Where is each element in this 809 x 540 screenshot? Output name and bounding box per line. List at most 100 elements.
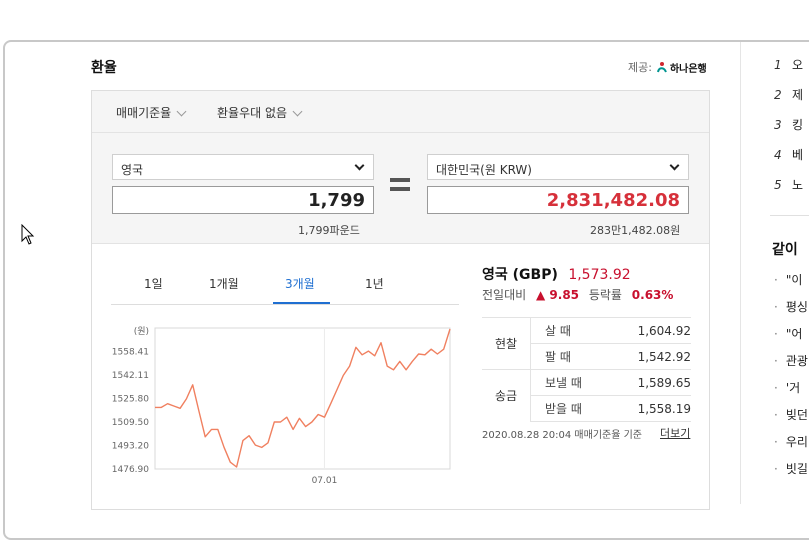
currency-summary: 영국 (GBP) 1,573.92 <box>482 264 631 284</box>
chevron-down-icon <box>354 160 365 171</box>
plot-frame <box>154 327 451 470</box>
to-amount-text: 283만1,482.08원 <box>590 224 681 237</box>
from-amount-input[interactable]: 1,799 <box>112 186 374 214</box>
table-row: 현찰 살 때 1,604.92 <box>482 317 691 370</box>
news-text: "이 <box>785 273 803 287</box>
column-divider <box>740 42 741 504</box>
bullet-icon: · <box>774 435 778 449</box>
rate-basis-dropdown[interactable]: 매매기준율 <box>116 104 187 121</box>
change-value: ▲ 9.85 <box>536 288 580 302</box>
currency-name: 영국 (GBP) <box>482 267 558 283</box>
y-tick-label: 1493.20 <box>112 442 149 452</box>
rank-text: 오 <box>792 58 804 72</box>
chevron-down-icon <box>292 106 303 116</box>
chevron-down-icon <box>176 106 187 116</box>
news-item[interactable]: · 우리 <box>774 433 808 450</box>
rank-text: 킹 <box>792 118 804 132</box>
bullet-icon: · <box>774 381 778 395</box>
current-rate: 1,573.92 <box>568 267 631 283</box>
rank-text: 베 <box>792 148 804 162</box>
rank-number: 4 <box>774 148 782 162</box>
y-tick-label: 1509.50 <box>112 418 149 428</box>
news-item[interactable]: · 빗길 <box>774 460 808 477</box>
tab-3month[interactable]: 3개월 <box>285 275 315 292</box>
rank-number: 2 <box>774 88 782 102</box>
bullet-icon: · <box>774 327 778 341</box>
change-rate-label: 등락률 <box>588 288 622 302</box>
provider-label: 제공: <box>628 61 652 74</box>
change-rate-value: 0.63% <box>631 288 674 302</box>
rank-number: 5 <box>774 178 782 192</box>
from-currency-select[interactable]: 영국 <box>112 154 374 180</box>
tab-1day[interactable]: 1일 <box>144 275 163 292</box>
news-text: 빚던 <box>785 408 808 422</box>
row-value: 1,542.92 <box>609 343 691 370</box>
news-text: '거 <box>785 381 801 395</box>
news-text: 평싱 <box>785 300 808 314</box>
row-label: 팔 때 <box>530 343 610 370</box>
widget-title: 환율 <box>91 60 117 76</box>
sidebar-divider <box>770 215 809 216</box>
news-item[interactable]: · 관광 <box>774 352 808 369</box>
list-item[interactable]: 3킹 <box>774 116 803 133</box>
equals-icon <box>390 178 410 192</box>
preferential-label: 환율우대 없음 <box>217 106 288 120</box>
bullet-icon: · <box>774 300 778 314</box>
row-value: 1,604.92 <box>609 317 691 344</box>
y-tick-label: 1476.90 <box>112 465 149 475</box>
row-value: 1,558.19 <box>609 395 691 422</box>
news-item[interactable]: · '거 <box>774 379 800 396</box>
news-item[interactable]: · "이 <box>774 271 802 288</box>
active-tab-indicator <box>273 302 330 304</box>
tab-1month[interactable]: 1개월 <box>209 275 239 292</box>
from-amount-text: 1,799파운드 <box>298 224 360 237</box>
change-row: 전일대비 ▲ 9.85 등락률 0.63% <box>482 286 673 303</box>
bullet-icon: · <box>774 408 778 422</box>
list-item[interactable]: 5노 <box>774 176 803 193</box>
y-tick-label: 1525.80 <box>112 395 149 405</box>
hana-bank-icon <box>656 62 667 73</box>
list-item[interactable]: 1오 <box>774 56 803 73</box>
options-bar: 매매기준율 환율우대 없음 <box>92 91 709 133</box>
rank-number: 1 <box>774 58 782 72</box>
news-text: "어 <box>785 327 803 341</box>
rates-table: 현찰 살 때 1,604.92 팔 때 1,542.92 송금 보낼 때 1,5… <box>482 317 691 422</box>
bullet-icon: · <box>774 273 778 287</box>
news-item[interactable]: · "어 <box>774 325 802 342</box>
bank-name: 하나은행 <box>669 63 707 75</box>
exchange-rate-chart: 07.0108.03(원)1558.411542.111525.801509.5… <box>112 326 451 486</box>
from-currency-value: 영국 <box>121 163 144 177</box>
group-cash: 현찰 <box>482 317 531 370</box>
row-label: 보낼 때 <box>530 369 610 396</box>
list-item[interactable]: 2제 <box>774 86 803 103</box>
period-tabs: 1일 1개월 3개월 1년 <box>111 262 459 305</box>
bullet-icon: · <box>774 462 778 476</box>
to-currency-value: 대한민국(원 KRW) <box>436 163 532 177</box>
more-link[interactable]: 더보기 <box>660 425 690 441</box>
to-currency-select[interactable]: 대한민국(원 KRW) <box>427 154 689 180</box>
list-item[interactable]: 4베 <box>774 146 803 163</box>
rank-text: 제 <box>792 88 804 102</box>
y-unit-label: (원) <box>134 326 149 337</box>
preferential-dropdown[interactable]: 환율우대 없음 <box>217 104 303 121</box>
row-value: 1,589.65 <box>609 369 691 396</box>
prev-day-label: 전일대비 <box>482 288 527 302</box>
row-label: 살 때 <box>530 317 610 344</box>
rank-number: 3 <box>774 118 782 132</box>
bullet-icon: · <box>774 354 778 368</box>
group-remittance: 송금 <box>482 369 531 422</box>
news-item[interactable]: · 평싱 <box>774 298 808 315</box>
x-tick-label: 07.01 <box>312 476 338 486</box>
news-item[interactable]: · 빚던 <box>774 406 808 423</box>
rate-basis-label: 매매기준율 <box>116 106 172 120</box>
to-amount-input[interactable]: 2,831,482.08 <box>427 186 689 214</box>
chevron-down-icon <box>669 160 680 171</box>
provider: 제공: 하나은행 <box>628 59 707 75</box>
y-tick-label: 1542.11 <box>112 371 149 381</box>
news-text: 빗길 <box>785 462 808 476</box>
rank-text: 노 <box>792 178 804 192</box>
tab-1year[interactable]: 1년 <box>365 275 384 292</box>
table-row: 송금 보낼 때 1,589.65 <box>482 369 691 422</box>
news-text: 관광 <box>785 354 808 368</box>
bank-logo: 하나은행 <box>656 60 707 75</box>
